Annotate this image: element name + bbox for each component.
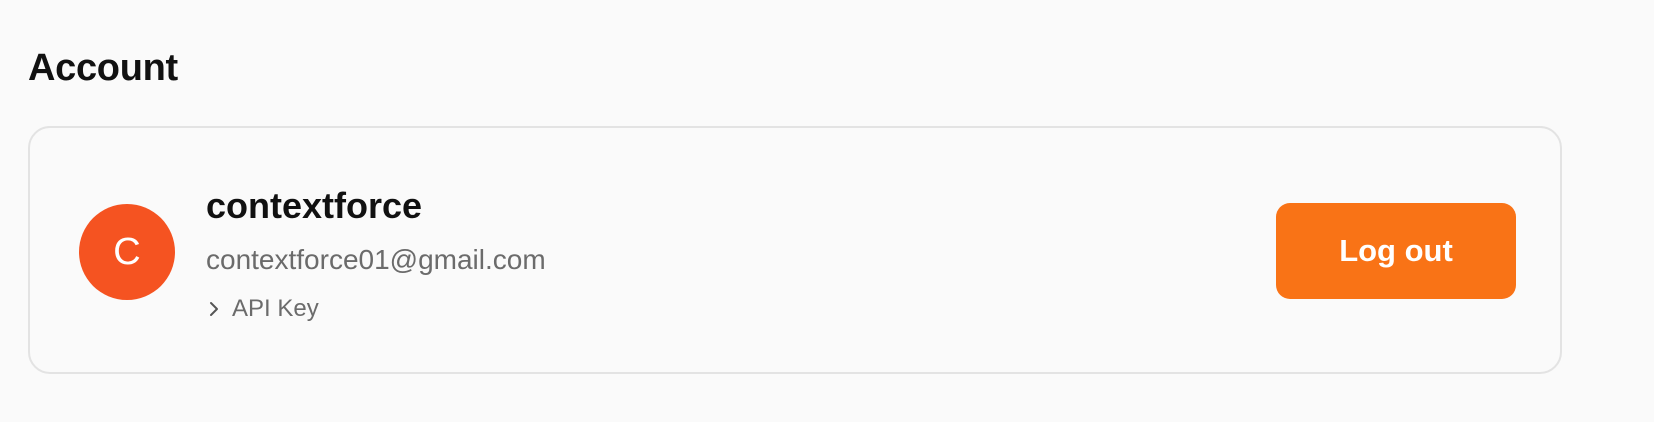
api-key-label: API Key — [232, 295, 319, 322]
chevron-right-icon — [206, 299, 222, 319]
page-title: Account — [28, 47, 178, 89]
account-page: Account C contextforce contextforce01@gm… — [0, 0, 1654, 422]
account-card: C contextforce contextforce01@gmail.com … — [28, 126, 1562, 374]
avatar-initial: C — [113, 230, 141, 273]
account-email: contextforce01@gmail.com — [206, 244, 546, 275]
api-key-toggle[interactable]: API Key — [206, 294, 319, 324]
account-username: contextforce — [206, 185, 423, 226]
logout-button[interactable]: Log out — [1276, 203, 1516, 299]
avatar: C — [79, 204, 175, 300]
